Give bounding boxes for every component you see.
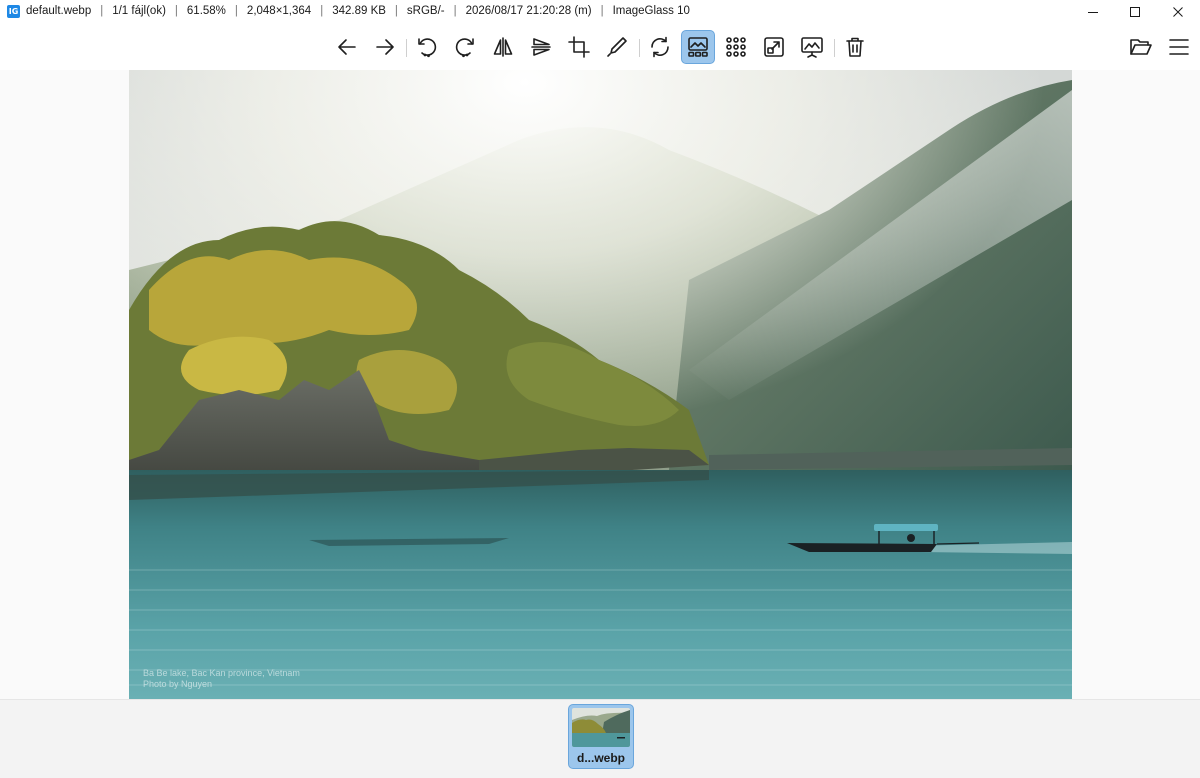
previous-image-button[interactable] — [330, 30, 364, 64]
title-zoom: 61.58% — [186, 5, 226, 17]
close-icon — [1173, 7, 1183, 17]
title-filename: default.webp — [26, 5, 92, 17]
flip-vertical-button[interactable] — [524, 30, 558, 64]
maximize-icon — [1130, 7, 1140, 17]
toolbar-separator — [406, 39, 407, 57]
slideshow-button[interactable] — [795, 30, 829, 64]
thumbnail-bar-icon — [688, 37, 708, 57]
thumbnail-preview — [572, 708, 630, 747]
toolbar-separator — [834, 39, 835, 57]
color-picker-button[interactable] — [600, 30, 634, 64]
thumbnail-bar-button[interactable] — [681, 30, 715, 64]
delete-icon — [846, 37, 864, 57]
flip-horizontal-icon — [493, 37, 513, 57]
thumbnail-label: d...webp — [577, 751, 625, 765]
flip-horizontal-button[interactable] — [486, 30, 520, 64]
open-folder-icon — [1130, 39, 1152, 55]
photo-caption-line2: Photo by Nguyen — [143, 679, 212, 689]
displayed-image: Ba Be lake, Bac Kan province, Vietnam Ph… — [129, 70, 1072, 699]
window-title: default.webp | 1/1 fájl(ok) | 61.58% | 2,048×1… — [26, 5, 690, 17]
rotate-right-icon — [455, 38, 474, 58]
title-bar: IG default.webp | 1/1 fájl(ok) | 61.58% | 2,04… — [0, 0, 1200, 24]
thumbnail-image — [572, 708, 630, 747]
crop-button[interactable] — [562, 30, 596, 64]
maximize-button[interactable] — [1113, 0, 1157, 24]
arrow-right-icon — [376, 39, 394, 55]
minimize-button[interactable] — [1071, 0, 1115, 24]
arrow-left-icon — [338, 39, 356, 55]
next-image-button[interactable] — [368, 30, 402, 64]
rotate-left-button[interactable] — [410, 30, 444, 64]
close-button[interactable] — [1156, 0, 1200, 24]
delete-button[interactable] — [838, 30, 872, 64]
reload-button[interactable] — [643, 30, 677, 64]
toolbar-separator — [639, 39, 640, 57]
imageglass-logo-icon: IG — [7, 5, 20, 18]
image-viewer[interactable]: Ba Be lake, Bac Kan province, Vietnam Ph… — [0, 70, 1200, 699]
slideshow-icon — [801, 37, 823, 58]
fullscreen-button[interactable] — [757, 30, 791, 64]
flip-vertical-icon — [531, 38, 551, 56]
gallery-button[interactable] — [719, 30, 753, 64]
title-dimensions: 2,048×1,364 — [246, 5, 312, 17]
color-picker-icon — [607, 37, 627, 57]
title-color-profile: sRGB/- — [406, 5, 445, 17]
rotate-left-icon — [418, 38, 437, 58]
refresh-icon — [651, 36, 669, 58]
menu-icon — [1169, 39, 1189, 55]
title-file-index: 1/1 fájl(ok) — [112, 5, 166, 17]
title-app-name: ImageGlass 10 — [612, 5, 690, 17]
title-separator: | — [100, 5, 104, 17]
photo-caption-line1: Ba Be lake, Bac Kan province, Vietnam — [143, 668, 300, 678]
fullscreen-icon — [764, 37, 784, 57]
thumbnail-bar: d...webp — [0, 699, 1200, 778]
landscape-photo: Ba Be lake, Bac Kan province, Vietnam Ph… — [129, 70, 1072, 699]
toolbar — [0, 24, 1200, 70]
crop-icon — [568, 36, 590, 58]
thumbnail-item-default-webp[interactable]: d...webp — [568, 704, 634, 769]
title-filesize: 342.89 KB — [332, 5, 386, 17]
open-file-button[interactable] — [1124, 30, 1158, 64]
main-menu-button[interactable] — [1162, 30, 1196, 64]
gallery-grid-icon — [726, 37, 746, 57]
minimize-icon — [1088, 12, 1098, 13]
rotate-right-button[interactable] — [448, 30, 482, 64]
title-datetime: 2026/08/17 21:20:28 (m) — [465, 5, 592, 17]
